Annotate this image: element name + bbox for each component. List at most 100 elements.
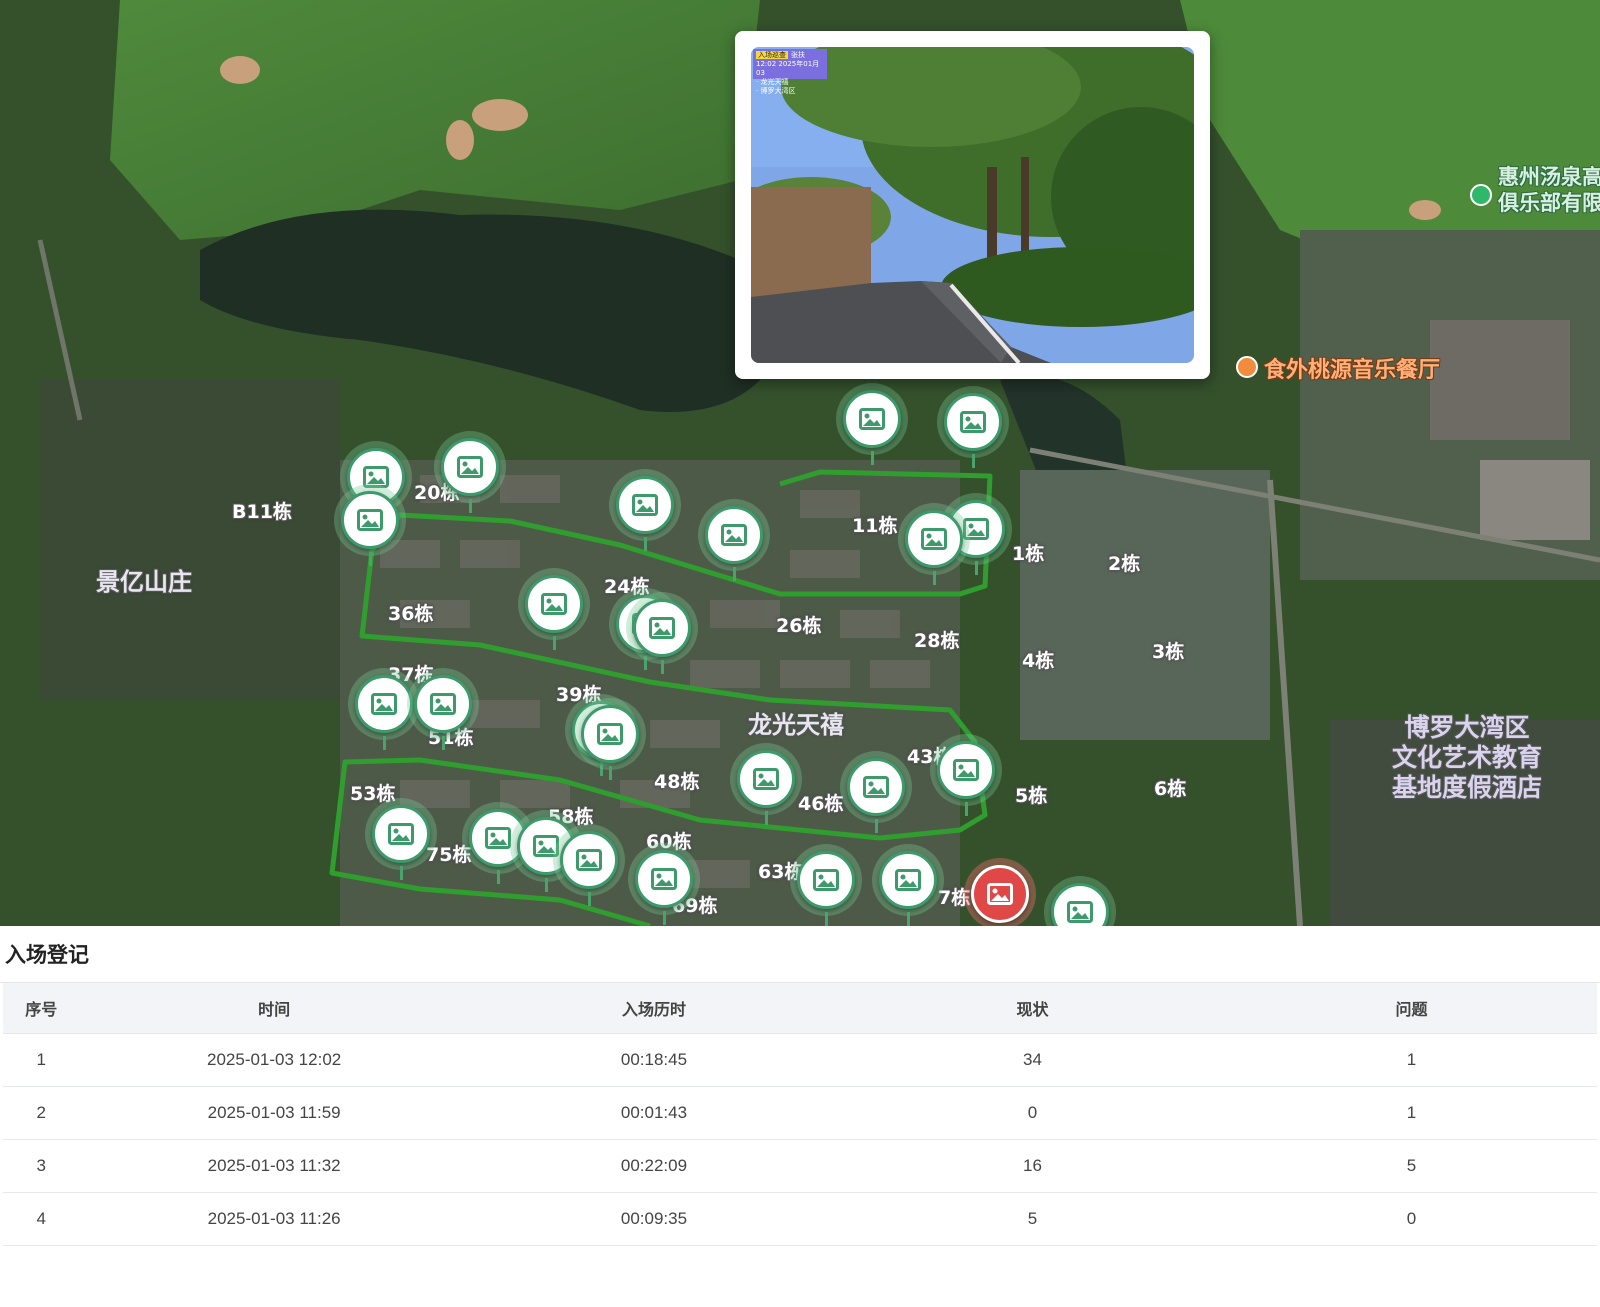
photo-marker[interactable]	[434, 431, 506, 513]
building-label: B11栋	[232, 501, 292, 523]
photo-marker[interactable]	[937, 386, 1009, 468]
table-row[interactable]: 3 2025-01-03 11:32 00:22:09 16 5	[3, 1139, 1597, 1193]
image-icon	[341, 491, 399, 549]
photo-preview-card[interactable]: 入场巡查 张扶 12:02 2025年01月03 · 龙光天禧 · 博罗大湾区	[735, 31, 1210, 379]
cell-issues: 5	[1225, 1139, 1597, 1193]
image-icon	[879, 851, 937, 909]
photo-marker[interactable]	[609, 469, 681, 551]
marker-pin	[875, 819, 878, 833]
table-row[interactable]: 4 2025-01-03 11:26 00:09:35 5 0	[3, 1192, 1597, 1246]
marker-pin	[825, 912, 828, 926]
poi-hotel-label: 博罗大湾区 文化艺术教育 基地度假酒店	[1392, 713, 1543, 802]
inspection-photo[interactable]: 入场巡查 张扶 12:02 2025年01月03 · 龙光天禧 · 博罗大湾区	[751, 47, 1194, 363]
marker-pin	[553, 636, 556, 650]
cell-issues: 1	[1225, 1033, 1597, 1087]
image-icon	[560, 831, 618, 889]
marker-pin	[442, 736, 445, 750]
image-icon	[633, 599, 691, 657]
poi-restaurant-label: 食外桃源音乐餐厅	[1264, 358, 1441, 383]
marker-pin	[965, 802, 968, 816]
photo-marker[interactable]	[840, 751, 912, 833]
photo-marker[interactable]	[334, 484, 406, 566]
table-row[interactable]: 1 2025-01-03 12:02 00:18:45 34 1	[3, 1033, 1597, 1087]
photo-marker[interactable]	[698, 499, 770, 581]
marker-pin	[663, 911, 666, 925]
col-header-issues: 问题	[1225, 983, 1597, 1034]
cell-index: 3	[3, 1139, 80, 1193]
photo-marker[interactable]	[553, 824, 625, 906]
building-label: 11栋	[852, 515, 898, 537]
stamp-line: · 博罗大湾区	[756, 87, 796, 95]
photo-marker[interactable]	[574, 698, 646, 780]
marker-pin	[383, 736, 386, 750]
table-row[interactable]: 2 2025-01-03 11:59 00:01:43 0 1	[3, 1086, 1597, 1140]
marker-pin	[469, 499, 472, 513]
image-icon	[1051, 883, 1109, 926]
cell-time: 2025-01-03 11:59	[79, 1086, 469, 1140]
cell-time: 2025-01-03 12:02	[79, 1033, 469, 1087]
photo-marker[interactable]	[836, 383, 908, 465]
photo-marker[interactable]	[1044, 876, 1116, 926]
building-label: 26栋	[776, 615, 822, 637]
cell-duration: 00:09:35	[468, 1192, 840, 1246]
image-icon	[525, 575, 583, 633]
marker-pin	[733, 567, 736, 581]
col-header-index: 序号	[3, 983, 80, 1034]
image-icon	[847, 758, 905, 816]
building-label: 2栋	[1108, 553, 1141, 575]
photo-marker[interactable]	[872, 844, 944, 926]
cell-index: 1	[3, 1033, 80, 1087]
stamp-line: · 龙光天禧	[756, 78, 789, 86]
area-label-jingyi: 景亿山庄	[96, 568, 192, 596]
cell-status: 16	[839, 1139, 1226, 1193]
cell-index: 2	[3, 1086, 80, 1140]
photo-marker[interactable]	[930, 734, 1002, 816]
photo-marker[interactable]	[790, 844, 862, 926]
marker-pin	[369, 552, 372, 566]
stamp-title: 张扶	[791, 51, 805, 59]
building-label: 48栋	[654, 771, 700, 793]
area-label-longguang: 龙光天禧	[748, 711, 844, 739]
photo-marker[interactable]	[628, 843, 700, 925]
image-icon	[635, 850, 693, 908]
marker-pin	[871, 451, 874, 465]
cell-duration: 00:18:45	[468, 1033, 840, 1087]
building-label: 5栋	[1015, 785, 1048, 807]
marker-pin	[497, 870, 500, 884]
marker-pin	[975, 561, 978, 575]
marker-pin	[907, 912, 910, 926]
photo-marker[interactable]	[365, 798, 437, 880]
photo-marker[interactable]	[898, 503, 970, 585]
building-label: 36栋	[388, 603, 434, 625]
image-icon	[737, 750, 795, 808]
cell-duration: 00:22:09	[468, 1139, 840, 1193]
building-label: 6栋	[1154, 778, 1187, 800]
poi-club-label: 惠州汤泉高 俱乐部有限	[1498, 165, 1600, 215]
stamp-tag: 入场巡查	[756, 51, 788, 59]
satellite-map[interactable]: 景亿山庄 龙光天禧 惠州汤泉高 俱乐部有限 食外桃源音乐餐厅 博罗大湾区 文化艺…	[0, 0, 1600, 926]
image-icon	[944, 393, 1002, 451]
marker-pin	[644, 537, 647, 551]
image-icon	[372, 805, 430, 863]
alert-photo-marker[interactable]	[964, 858, 1036, 926]
image-icon	[937, 741, 995, 799]
image-icon	[843, 390, 901, 448]
col-header-status: 现状	[839, 983, 1226, 1034]
panel-title: 入场登记	[0, 926, 1600, 983]
cell-duration: 00:01:43	[468, 1086, 840, 1140]
col-header-duration: 入场历时	[468, 983, 840, 1034]
restaurant-icon	[1236, 356, 1258, 378]
cell-issues: 0	[1225, 1192, 1597, 1246]
building-label: 3栋	[1152, 641, 1185, 663]
marker-pin	[661, 660, 664, 674]
photo-marker[interactable]	[626, 592, 698, 674]
photo-marker[interactable]	[518, 568, 590, 650]
photo-marker[interactable]	[407, 668, 479, 750]
cell-index: 4	[3, 1192, 80, 1246]
entry-register-table: 序号 时间 入场历时 现状 问题 1 2025-01-03 12:02 00:1…	[3, 983, 1597, 1246]
image-icon	[797, 851, 855, 909]
building-label: 46栋	[798, 793, 844, 815]
image-icon	[905, 510, 963, 568]
photo-marker[interactable]	[730, 743, 802, 825]
marker-pin	[400, 866, 403, 880]
